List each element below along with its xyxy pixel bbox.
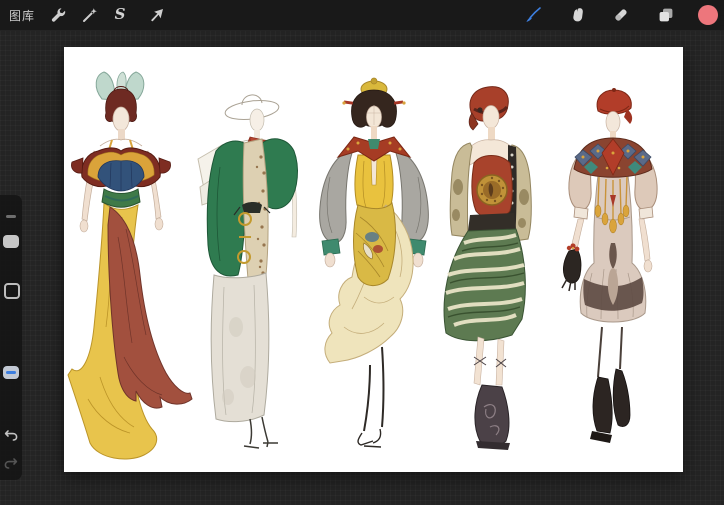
eraser-icon	[612, 6, 630, 24]
undo-button[interactable]	[3, 427, 19, 443]
fashion-figure-4	[444, 87, 531, 450]
eraser-button[interactable]	[612, 6, 630, 24]
redo-arrow-icon	[3, 455, 19, 471]
layers-icon	[657, 6, 675, 24]
opacity-accent-bar	[6, 371, 16, 374]
drawing-canvas[interactable]	[64, 47, 683, 472]
fashion-figure-3	[320, 78, 429, 447]
brush-size-slider-thumb[interactable]	[3, 235, 19, 248]
size-slider-tick	[6, 215, 16, 218]
smudge-button[interactable]	[569, 6, 587, 24]
color-swatch-icon	[697, 4, 719, 26]
brush-sidebar	[0, 195, 22, 480]
opacity-slider-thumb[interactable]	[3, 366, 19, 379]
transform-arrow-icon	[148, 6, 166, 24]
adjustments-button[interactable]	[81, 6, 99, 24]
fashion-figure-2	[198, 95, 297, 448]
fashion-figure-5	[562, 88, 657, 443]
wrench-icon	[49, 6, 67, 24]
color-swatch-button[interactable]	[697, 4, 719, 26]
magic-wand-icon	[81, 6, 99, 24]
selection-button[interactable]: S	[111, 4, 129, 24]
paint-brush-button[interactable]	[524, 6, 542, 24]
smudge-finger-icon	[569, 6, 587, 24]
transform-button[interactable]	[148, 6, 166, 24]
procreate-workspace: { "app": { "name": "Procreate-style pain…	[0, 0, 724, 505]
layers-button[interactable]	[657, 6, 675, 24]
gallery-button[interactable]: 图库	[9, 7, 35, 24]
modify-button[interactable]	[4, 283, 20, 299]
fashion-figure-1	[68, 72, 192, 459]
undo-arrow-icon	[3, 427, 19, 443]
redo-button[interactable]	[3, 455, 19, 471]
actions-button[interactable]	[49, 6, 67, 24]
paint-brush-icon	[524, 6, 542, 24]
selection-s-icon: S	[115, 5, 126, 23]
top-toolbar: 图库 S	[0, 0, 724, 31]
